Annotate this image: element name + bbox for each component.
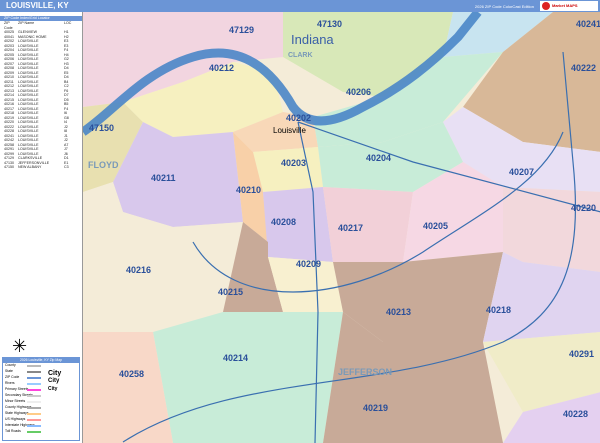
zip-area-40203 [253, 147, 323, 192]
zip-label: 40214 [223, 353, 248, 363]
index-row: 47150 NEW ALBANY C3 [4, 165, 69, 169]
zip-label: 40241 [576, 19, 600, 29]
zip-label: 40204 [366, 153, 391, 163]
zip-label: 40212 [209, 63, 234, 73]
zip-label: 40205 [423, 221, 448, 231]
zip-label: 40206 [346, 87, 371, 97]
zip-label: 40216 [126, 265, 151, 275]
legend-city-medium: City [48, 378, 60, 384]
county-label: CLARK [288, 52, 313, 59]
state-label: Indiana [291, 32, 334, 47]
publisher-logo: Market MAPS [540, 1, 598, 11]
zip-index: ZIP Code Index/Grid Locator ZIP Code ZIP … [0, 16, 82, 186]
index-header-row: ZIP Code ZIP Name LOC [4, 21, 72, 30]
legend-city-large: City [48, 370, 62, 377]
zip-label: 40218 [486, 305, 511, 315]
zip-label: 47129 [229, 25, 254, 35]
zip-area-40217 [323, 187, 413, 262]
header: LOUISVILLE, KY 2026 ZIP Code ColorCast E… [0, 0, 600, 12]
zip-label: 40209 [296, 259, 321, 269]
zip-label: 40207 [509, 167, 534, 177]
zip-label: 47130 [317, 19, 342, 29]
edition-label: 2026 ZIP Code ColorCast Edition [474, 4, 534, 9]
legend-city-small: City [48, 386, 58, 392]
zip-label: 40222 [571, 63, 596, 73]
county-label: FLOYD [88, 160, 119, 170]
compass-rose-icon: ✳ [12, 336, 28, 356]
county-label: JEFFERSON [338, 367, 392, 377]
zip-label: 40291 [569, 349, 594, 359]
map-title: LOUISVILLE, KY [6, 1, 69, 10]
zip-area-40214 [153, 312, 343, 443]
zip-label: 40258 [119, 369, 144, 379]
zip-label: 40208 [271, 217, 296, 227]
zip-label: 40202 [286, 113, 311, 123]
legend: 2026 Louisville, KY Zip Map County State Z… [2, 357, 80, 441]
zip-label: 40219 [363, 403, 388, 413]
zip-label: 47150 [89, 123, 114, 133]
zip-label: 40203 [281, 158, 306, 168]
map-canvas: 47130 47129 40212 40206 40222 40241 4715… [83, 12, 600, 443]
zip-label: 40211 [151, 173, 176, 183]
city-label: Louisville [273, 126, 306, 135]
zip-label: 40210 [236, 185, 261, 195]
zip-label: 40217 [338, 223, 363, 233]
zip-label: 40228 [563, 409, 588, 419]
zip-area-40220 [503, 187, 600, 272]
zip-label: 40213 [386, 307, 411, 317]
zip-label: 40220 [571, 203, 596, 213]
zip-label: 40215 [218, 287, 243, 297]
zip-map[interactable]: 47130 47129 40212 40206 40222 40241 4715… [82, 12, 600, 443]
legend-item: Toll Roads [3, 429, 79, 435]
